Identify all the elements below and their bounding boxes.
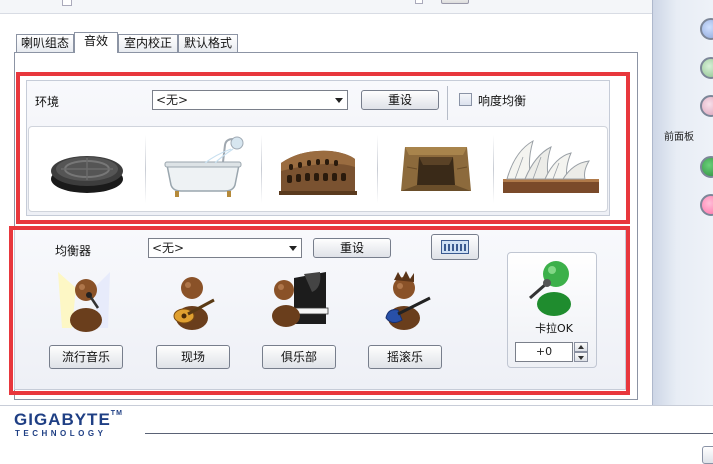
karaoke-value-field[interactable]: +0 [515, 342, 573, 362]
rock-guitarist-icon[interactable] [370, 268, 440, 337]
guitarist-icon[interactable] [158, 268, 228, 337]
bathtub-icon[interactable] [145, 127, 261, 211]
footer-line [145, 433, 713, 434]
environment-label: 环境 [35, 95, 60, 109]
gigabyte-logo: GIGABYTETM [14, 410, 123, 430]
loudness-label: 响度均衡 [478, 94, 527, 108]
brand-name: GIGABYTE [14, 410, 111, 429]
gigabyte-logo-subtitle: TECHNOLOGY [15, 429, 107, 438]
top-toolbar-strip [0, 0, 652, 14]
karaoke-decrement-button[interactable] [574, 352, 588, 362]
environment-presets-strip [28, 126, 608, 212]
opera-house-icon[interactable] [493, 127, 609, 211]
equalizer-icon [441, 240, 469, 254]
karaoke-increment-button[interactable] [574, 342, 588, 352]
equalizer-select-value: <无> [152, 241, 185, 255]
front-panel-label: 前面板 [664, 132, 694, 143]
eq-preset-pop-button[interactable]: 流行音乐 [49, 345, 123, 369]
eq-preset-rock-button[interactable]: 摇滚乐 [368, 345, 442, 369]
singer-icon[interactable] [52, 268, 122, 337]
karaoke-singer-icon[interactable] [520, 254, 584, 321]
colosseum-icon[interactable] [261, 127, 377, 211]
divider [447, 86, 448, 120]
equalizer-reset-button[interactable]: 重设 [313, 238, 391, 258]
tab-room-correction[interactable]: 室内校正 [118, 34, 178, 52]
equalizer-label: 均衡器 [55, 244, 92, 258]
footer-button[interactable] [702, 446, 713, 464]
environment-select-value: <无> [156, 93, 189, 107]
footer-divider [0, 405, 713, 406]
tab-speaker-config[interactable]: 喇叭组态 [16, 34, 74, 52]
environment-reset-button[interactable]: 重设 [361, 90, 439, 110]
tab-default-format[interactable]: 默认格式 [178, 34, 238, 52]
loudness-checkbox[interactable] [459, 93, 472, 106]
chevron-up-icon [578, 345, 584, 349]
chevron-down-icon [289, 246, 297, 251]
karaoke-label: 卡拉OK [535, 322, 573, 335]
equalizer-select[interactable]: <无> [148, 238, 302, 258]
top-button[interactable] [441, 0, 469, 4]
top-control[interactable] [415, 0, 423, 4]
eq-preset-live-button[interactable]: 现场 [156, 345, 230, 369]
manhole-icon[interactable] [29, 127, 145, 211]
brand-trademark: TM [110, 410, 123, 417]
environment-select[interactable]: <无> [152, 90, 348, 110]
top-control[interactable] [62, 0, 72, 6]
tab-sound-effects[interactable]: 音效 [74, 32, 118, 53]
pianist-icon[interactable] [264, 268, 334, 337]
chevron-down-icon [578, 356, 584, 360]
graphic-eq-button[interactable] [431, 234, 479, 260]
stone-corridor-icon[interactable] [377, 127, 493, 211]
chevron-down-icon [335, 98, 343, 103]
eq-preset-club-button[interactable]: 俱乐部 [262, 345, 336, 369]
